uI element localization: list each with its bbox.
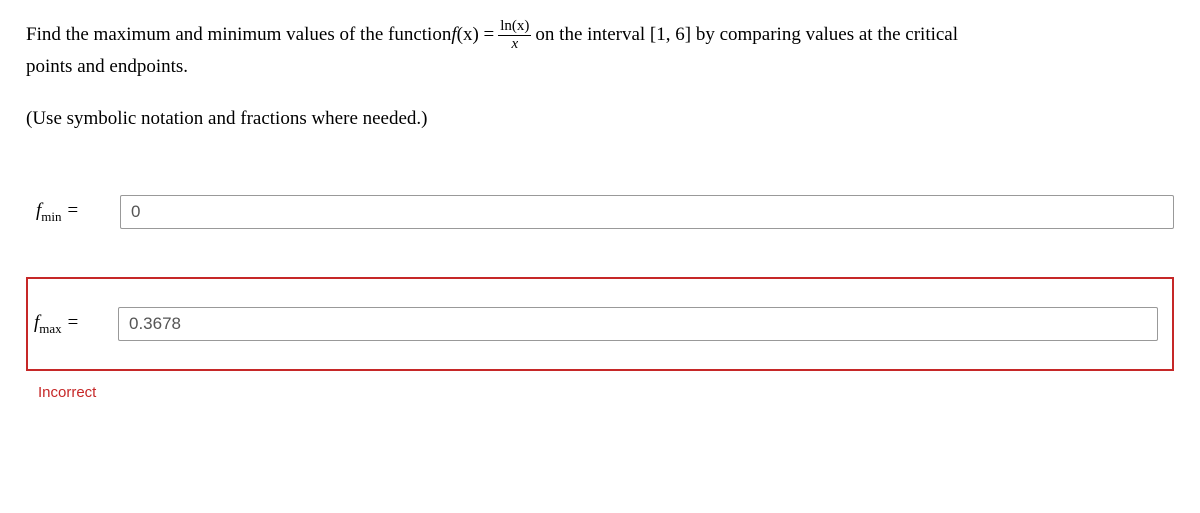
incorrect-feedback: Incorrect — [38, 381, 1174, 405]
fmax-label-eq: = — [62, 312, 80, 333]
fmin-label: fmin = — [36, 196, 106, 228]
fmin-label-eq: = — [62, 200, 80, 221]
fmin-label-sub: min — [41, 209, 61, 224]
fraction-denominator: x — [510, 36, 521, 53]
fmax-label: fmax = — [34, 308, 104, 340]
fmax-input[interactable] — [118, 307, 1158, 341]
fmax-label-sub: max — [39, 321, 61, 336]
fmax-row: fmax = — [26, 277, 1174, 371]
function-paren-x: (x) = — [457, 20, 495, 50]
fraction: ln(x) x — [498, 18, 531, 52]
question-prompt: Find the maximum and minimum values of t… — [26, 18, 1174, 82]
fmin-input[interactable] — [120, 195, 1174, 229]
prompt-text-3: points and endpoints. — [26, 52, 1174, 82]
hint-text: (Use symbolic notation and fractions whe… — [26, 104, 1174, 134]
fraction-numerator: ln(x) — [498, 18, 531, 36]
fmin-row: fmin = — [36, 195, 1174, 229]
prompt-text-2: on the interval [1, 6] by comparing valu… — [535, 20, 958, 50]
prompt-text-1: Find the maximum and minimum values of t… — [26, 20, 451, 50]
